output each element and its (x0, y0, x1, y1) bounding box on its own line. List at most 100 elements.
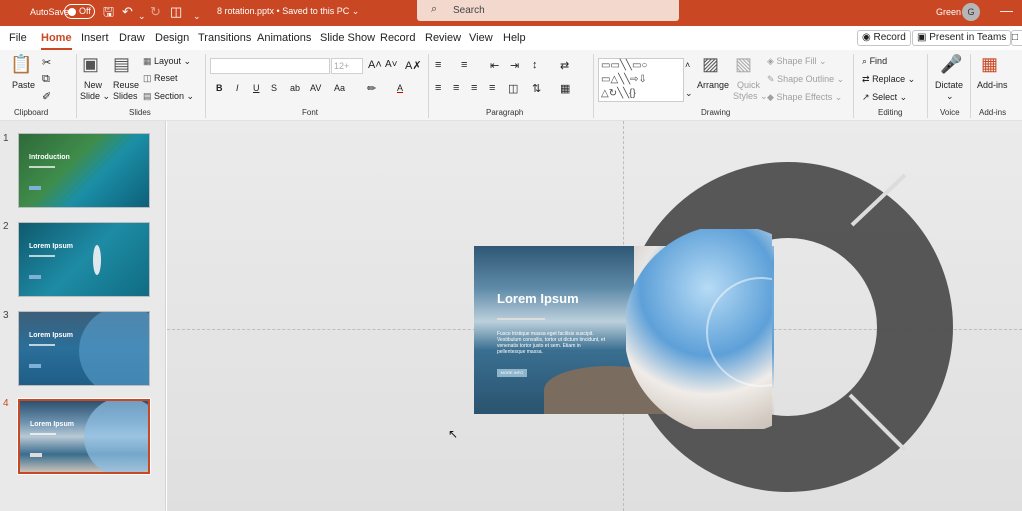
search-box[interactable]: ⌕ Search (417, 0, 679, 21)
shape-fill-button[interactable]: ◈ Shape Fill ⌄ (767, 56, 827, 67)
shape-fill-label: Shape Fill ⌄ (776, 56, 827, 66)
tab-record[interactable]: Record (380, 32, 415, 44)
strikethrough-icon[interactable]: S (271, 83, 277, 93)
replace-button[interactable]: ⇄ Replace ⌄ (862, 74, 915, 85)
slide-body-text[interactable]: Fusce tristique massa eget facilisis sus… (497, 331, 607, 355)
slide-title[interactable]: Lorem Ipsum (497, 291, 579, 306)
new-slide-icon[interactable]: ▣ (82, 54, 99, 75)
more-info-button[interactable]: MORE INFO (497, 369, 527, 377)
format-painter-icon[interactable]: ✐ (42, 90, 51, 103)
drawing-group-label: Drawing (701, 108, 731, 117)
change-case-icon[interactable]: Aa (334, 83, 345, 93)
undo-icon[interactable]: ↶ (122, 4, 133, 20)
find-button[interactable]: ⌕ Find (862, 56, 887, 67)
gallery-more-icon[interactable]: ⌄ (685, 88, 693, 99)
document-title[interactable]: 8 rotation.pptx • Saved to this PC ⌄ (217, 6, 359, 17)
align-text-icon[interactable]: ⇄ (560, 59, 569, 72)
add-ins-icon[interactable]: ▦ (981, 54, 998, 75)
layout-button[interactable]: ▦ Layout ⌄ (143, 56, 191, 67)
font-color-icon[interactable]: A (397, 83, 403, 93)
dictate-dropdown[interactable]: ⌄ (946, 91, 954, 102)
layout-label: Layout ⌄ (154, 56, 192, 66)
shapes-gallery[interactable]: ▭▭╲╲▭○ ▭△╲╲⇨⇩ △↻╲╲{} (598, 58, 684, 102)
character-spacing-icon[interactable]: AV (310, 83, 321, 93)
columns-icon[interactable]: ◫ (508, 82, 518, 95)
tab-animations[interactable]: Animations (257, 32, 311, 44)
tab-insert[interactable]: Insert (81, 32, 109, 44)
tab-draw[interactable]: Draw (119, 32, 145, 44)
user-name[interactable]: Green (936, 7, 961, 17)
ribbon-tabs: File Home Insert Draw Design Transitions… (0, 26, 1022, 50)
numbering-icon[interactable]: ≡ (461, 59, 467, 71)
align-right-icon[interactable]: ≡ (471, 82, 477, 94)
autosave-toggle[interactable]: Off (64, 4, 95, 19)
undo-dropdown-icon[interactable]: ⌄ (138, 8, 146, 24)
save-icon[interactable]: 🖫 (103, 4, 114, 20)
line-spacing-icon[interactable]: ↕ (532, 59, 538, 71)
tab-file[interactable]: File (9, 32, 27, 44)
justify-icon[interactable]: ≡ (489, 82, 495, 94)
add-ins-group-label: Add-ins (979, 108, 1007, 117)
text-direction-icon[interactable]: ⇅ (532, 82, 541, 95)
avatar[interactable]: G (962, 3, 980, 21)
bold-icon[interactable]: B (216, 83, 223, 93)
title-bar: AutoSave Off 🖫 ↶ ⌄ ↻ ◫ ⌄ 8 rotation.pptx… (0, 0, 1022, 26)
customize-qat-icon[interactable]: ⌄ (193, 8, 201, 24)
shape-outline-button[interactable]: ✎ Shape Outline ⌄ (767, 74, 844, 85)
redo-icon[interactable]: ↻ (150, 4, 161, 20)
present-in-teams-label: Present in Teams (929, 32, 1007, 43)
clear-formatting-icon[interactable]: A✗ (405, 59, 422, 72)
record-button[interactable]: ◉ Record (857, 30, 911, 46)
tab-view[interactable]: View (469, 32, 493, 44)
quick-styles-icon[interactable]: ▧ (735, 54, 752, 75)
arrange-label[interactable]: Arrange (697, 80, 729, 90)
highlight-icon[interactable]: ✏ (367, 82, 376, 95)
dictate-label[interactable]: Dictate (935, 80, 963, 90)
paste-icon[interactable]: 📋 (10, 54, 32, 75)
tab-review[interactable]: Review (425, 32, 461, 44)
align-center-icon[interactable]: ≡ (453, 82, 459, 94)
gallery-scroll-up-icon[interactable]: ˄ (685, 60, 690, 70)
tab-design[interactable]: Design (155, 32, 189, 44)
cut-icon[interactable]: ✂ (42, 56, 51, 69)
microphone-icon[interactable]: 🎤 (940, 54, 962, 75)
arrange-icon[interactable]: ▨ (702, 54, 719, 75)
quick-styles-label[interactable]: Quick (737, 80, 760, 90)
reuse-slides-label-2[interactable]: Slides (113, 91, 138, 101)
shadow-icon[interactable]: ab (290, 83, 300, 93)
copy-icon[interactable]: ⧉ (42, 73, 50, 86)
tab-slide-show[interactable]: Slide Show (320, 32, 375, 44)
increase-font-icon[interactable]: A˄ (368, 59, 382, 71)
present-icon[interactable]: ◫ (170, 4, 182, 20)
add-ins-label[interactable]: Add-ins (977, 80, 1008, 90)
decrease-font-icon[interactable]: A˅ (385, 59, 398, 70)
quick-styles-label-2[interactable]: Styles ⌄ (733, 91, 768, 102)
tab-help[interactable]: Help (503, 32, 526, 44)
section-button[interactable]: ▤ Section ⌄ (143, 91, 194, 102)
bullets-icon[interactable]: ≡ (435, 59, 441, 71)
select-button[interactable]: ↗ Select ⌄ (862, 92, 907, 103)
font-name-box[interactable] (210, 58, 330, 74)
paste-button-label[interactable]: Paste (12, 80, 35, 90)
tab-home[interactable]: Home (41, 32, 72, 50)
reuse-slides-label[interactable]: Reuse (113, 80, 139, 90)
reset-button[interactable]: ◫ Reset (143, 73, 178, 84)
new-slide-label-2[interactable]: Slide ⌄ (80, 91, 110, 102)
new-slide-label[interactable]: New (84, 80, 102, 90)
present-in-teams-button[interactable]: ▣ Present in Teams (912, 30, 1012, 46)
reuse-slides-icon[interactable]: ▤ (113, 54, 130, 75)
tab-transitions[interactable]: Transitions (198, 32, 251, 44)
reset-icon: ◫ (143, 73, 152, 83)
minimize-icon[interactable]: — (1000, 3, 1013, 18)
circle-photo-frame[interactable] (626, 229, 772, 429)
decrease-indent-icon[interactable]: ⇤ (490, 59, 499, 72)
font-size-box[interactable]: 12+ (331, 58, 363, 74)
comments-button[interactable]: □ (1011, 30, 1022, 46)
shape-effects-button[interactable]: ◆ Shape Effects ⌄ (767, 92, 842, 103)
underline-icon[interactable]: U (253, 83, 260, 93)
italic-icon[interactable]: I (236, 83, 239, 93)
align-left-icon[interactable]: ≡ (435, 82, 441, 94)
increase-indent-icon[interactable]: ⇥ (510, 59, 519, 72)
record-button-label: Record (873, 32, 906, 43)
smartart-icon[interactable]: ▦ (560, 82, 570, 95)
